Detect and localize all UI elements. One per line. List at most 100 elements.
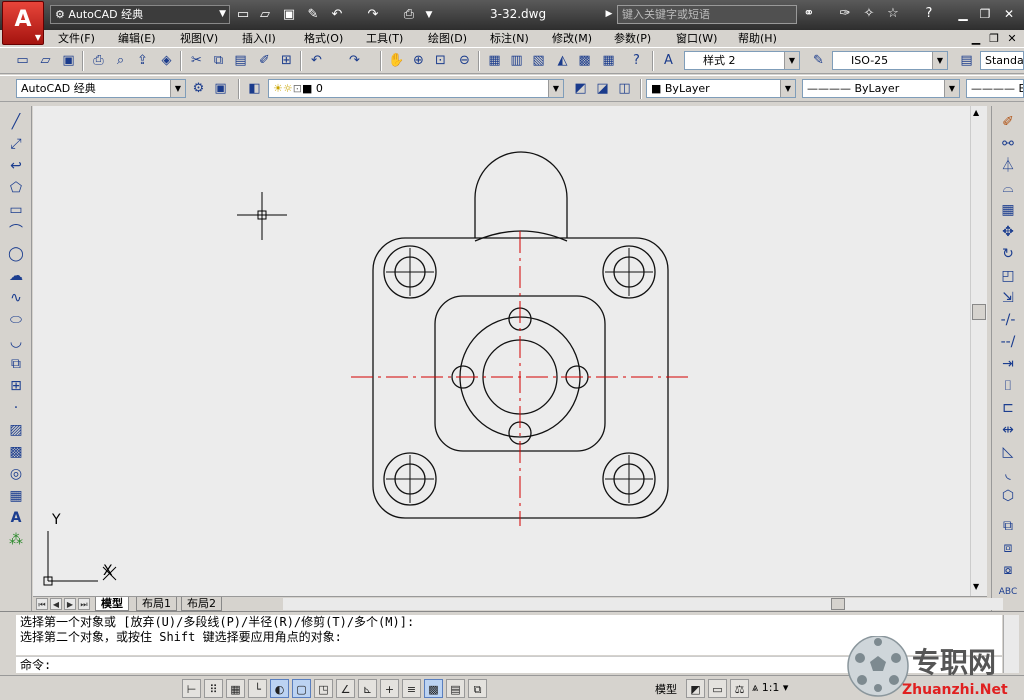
extend-icon[interactable]: --/	[997, 332, 1019, 353]
qat-dropdown-icon[interactable]: ▼	[420, 6, 438, 24]
scale-icon[interactable]: ◰	[997, 266, 1019, 287]
publish-icon[interactable]: ⇪	[132, 50, 153, 71]
break-icon[interactable]: ⌷	[997, 376, 1019, 397]
erase-icon[interactable]: ✐	[997, 112, 1019, 133]
save-icon[interactable]: ▣	[58, 50, 79, 71]
point-icon[interactable]: ·	[5, 398, 27, 419]
markup-icon[interactable]: ▩	[574, 50, 595, 71]
otrack-icon[interactable]: ∠	[336, 679, 355, 698]
doc-minimize-icon[interactable]: ▁	[968, 31, 984, 46]
mirror-icon[interactable]: ⏃	[997, 156, 1019, 177]
plot-preview-icon[interactable]: ⌕	[110, 50, 131, 71]
chamfer-icon[interactable]: ⇹	[997, 420, 1019, 441]
array-icon[interactable]: ▦	[997, 200, 1019, 221]
insert-block-icon[interactable]: ⧉	[5, 354, 27, 375]
snap-mode-icon[interactable]: ⠿	[204, 679, 223, 698]
doc-restore-icon[interactable]: ❐	[986, 31, 1002, 46]
menu-dimension[interactable]: 标注(N)	[490, 31, 529, 46]
chevron-right-icon[interactable]: ▶	[600, 5, 618, 23]
ellipse-arc-icon[interactable]: ◡	[5, 332, 27, 353]
menu-tools[interactable]: 工具(T)	[366, 31, 403, 46]
doc-close-icon[interactable]: ✕	[1004, 31, 1020, 46]
search-input[interactable]: 键入关键字或短语	[617, 5, 797, 24]
pan-hand-icon[interactable]: ✋	[386, 50, 407, 71]
layer-state-icon[interactable]: ◫	[614, 78, 635, 99]
3d-osnap-icon[interactable]: ◳	[314, 679, 333, 698]
workspace-settings-icon[interactable]: ⚙	[188, 78, 209, 99]
match-properties-icon[interactable]: ✐	[254, 50, 275, 71]
menu-file[interactable]: 文件(F)	[58, 31, 95, 46]
workspace-switcher[interactable]: ⚙ AutoCAD 经典 ▼	[50, 5, 230, 24]
binoculars-icon[interactable]: ⚭	[800, 5, 818, 23]
layer-properties-icon[interactable]: ◧	[244, 78, 265, 99]
annotation-scale-icon[interactable]: ⚖	[730, 679, 749, 698]
linetype-combo[interactable]: ———— ByLayer ▼	[802, 79, 960, 98]
grid-display-icon[interactable]: ▦	[226, 679, 245, 698]
tab-layout1[interactable]: 布局1	[136, 597, 177, 611]
drawing-canvas[interactable]: Y	[33, 106, 970, 596]
horizontal-scroll-thumb[interactable]	[831, 598, 845, 610]
application-menu-button[interactable]: A ▼	[2, 1, 44, 45]
properties-icon[interactable]: ▦	[484, 50, 505, 71]
text-style-icon[interactable]: A	[658, 50, 679, 71]
fillet-icon[interactable]: ◟	[997, 464, 1019, 485]
table-style-combo[interactable]: Standa	[980, 51, 1024, 70]
lineweight-icon[interactable]: ≡	[402, 679, 421, 698]
workspace-combo[interactable]: AutoCAD 经典 ▼	[16, 79, 186, 98]
menu-format[interactable]: 格式(O)	[304, 31, 343, 46]
redo-icon[interactable]: ↷	[344, 50, 365, 71]
dim-style-combo[interactable]: ISO-25 ▼	[832, 51, 948, 70]
chamfer-corner-icon[interactable]: ◺	[997, 442, 1019, 463]
scroll-up-icon[interactable]: ▲	[973, 108, 979, 117]
menu-parametric[interactable]: 参数(P)	[614, 31, 651, 46]
tab-next-icon[interactable]: ▶	[64, 598, 76, 610]
spline-icon[interactable]: ∿	[5, 288, 27, 309]
restore-icon[interactable]: ❐	[974, 4, 996, 24]
polygon-icon[interactable]: ⬠	[5, 178, 27, 199]
object-snap-icon[interactable]: ▢	[292, 679, 311, 698]
stretch-icon[interactable]: ⇲	[997, 288, 1019, 309]
zoom-previous-icon[interactable]: ⊖	[454, 50, 475, 71]
scroll-down-icon[interactable]: ▼	[973, 582, 979, 591]
make-block-icon[interactable]: ⊞	[5, 376, 27, 397]
move-icon[interactable]: ✥	[997, 222, 1019, 243]
quick-view-drawings-icon[interactable]: ▭	[708, 679, 727, 698]
circle-icon[interactable]: ◯	[5, 244, 27, 265]
open-folder-icon[interactable]: ▱	[256, 6, 274, 24]
send-to-back-icon[interactable]: ⧇	[997, 560, 1019, 581]
save-as-icon[interactable]: ✎	[304, 6, 322, 24]
zoom-window-icon[interactable]: ⊡	[430, 50, 451, 71]
menu-draw[interactable]: 绘图(D)	[428, 31, 467, 46]
tab-first-icon[interactable]: ⏮	[36, 598, 48, 610]
annotation-scale-value[interactable]: ⩓ 1:1 ▾	[752, 681, 788, 695]
redo-icon[interactable]: ↷	[364, 6, 382, 24]
explode-icon[interactable]: ⬡	[997, 486, 1019, 507]
layer-previous-icon[interactable]: ◪	[592, 78, 613, 99]
quick-properties-icon[interactable]: ▤	[446, 679, 465, 698]
rectangle-icon[interactable]: ▭	[5, 200, 27, 221]
break-at-point-icon[interactable]: ⇥	[997, 354, 1019, 375]
menu-modify[interactable]: 修改(M)	[552, 31, 592, 46]
copy-object-icon[interactable]: ⚯	[997, 134, 1019, 155]
quick-view-layouts-icon[interactable]: ◩	[686, 679, 705, 698]
minimize-icon[interactable]: ▁	[952, 4, 974, 24]
tab-last-icon[interactable]: ⏭	[78, 598, 90, 610]
transparency-icon[interactable]: ▩	[424, 679, 443, 698]
tab-prev-icon[interactable]: ◀	[50, 598, 62, 610]
save-icon[interactable]: ▣	[280, 6, 298, 24]
tab-layout2[interactable]: 布局2	[181, 597, 222, 611]
vertical-scroll-thumb[interactable]	[972, 304, 986, 320]
paste-icon[interactable]: ▤	[230, 50, 251, 71]
allow-ucs-icon[interactable]: ⊾	[358, 679, 377, 698]
help-icon[interactable]: ?	[626, 50, 647, 71]
polyline-icon[interactable]: ↩	[5, 156, 27, 177]
block-editor-icon[interactable]: ⊞	[276, 50, 297, 71]
polar-tracking-icon[interactable]: ◐	[270, 679, 289, 698]
menu-insert[interactable]: 插入(I)	[242, 31, 276, 46]
communication-icon[interactable]: ✧	[860, 5, 878, 23]
undo-icon[interactable]: ↶	[328, 6, 346, 24]
open-icon[interactable]: ▱	[35, 50, 56, 71]
offset-icon[interactable]: ⌓	[997, 178, 1019, 199]
hatch-icon[interactable]: ▨	[5, 420, 27, 441]
trim-icon[interactable]: -/-	[997, 310, 1019, 331]
